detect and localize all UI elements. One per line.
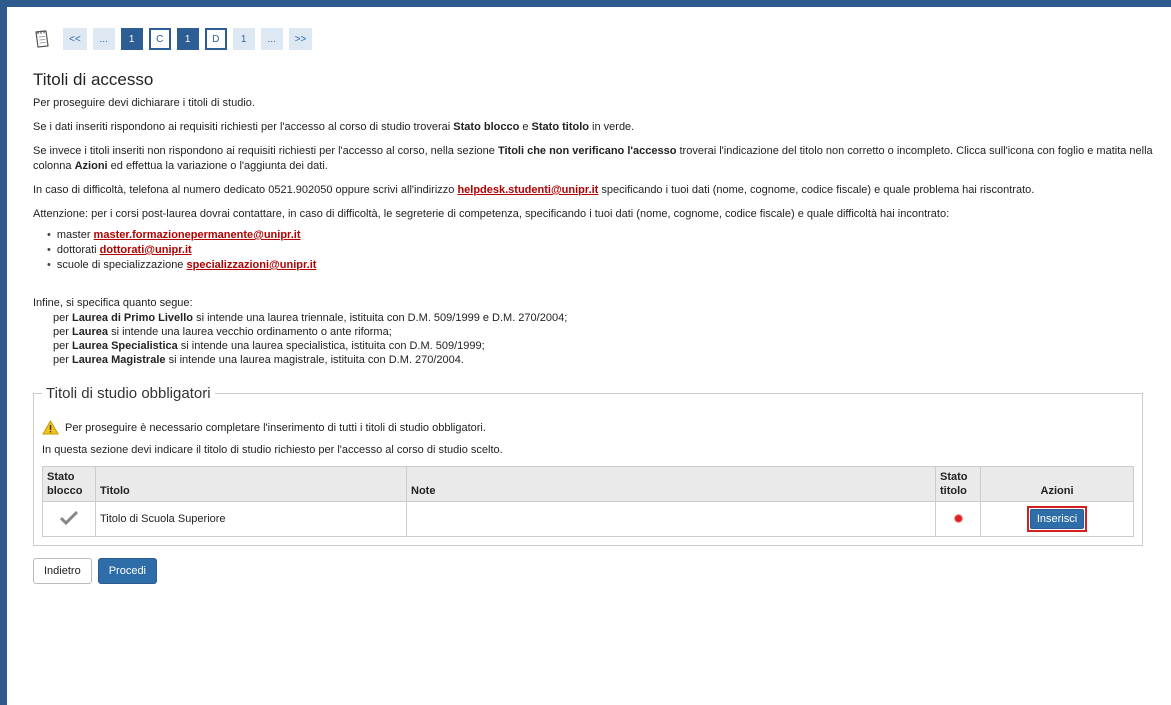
specializzazioni-email-link[interactable]: specializzazioni@unipr.it (187, 259, 317, 271)
master-email-link[interactable]: master.formazionepermanente@unipr.it (94, 229, 301, 241)
col-azioni: Azioni (980, 466, 1134, 502)
definition-specialistica: per Laurea Specialistica si intende una … (53, 340, 485, 352)
col-note: Note (406, 466, 936, 502)
step-navigation: << ... 1 C 1 D 1 ... >> (33, 26, 1153, 52)
warning-icon (42, 420, 59, 435)
mandatory-titles-section: Titoli di studio obbligatori Per prosegu… (33, 385, 1143, 546)
section-info-text: In questa sezione devi indicare il titol… (42, 444, 503, 456)
checkmark-icon (59, 510, 79, 525)
contacts-list: master master.formazionepermanente@unipr… (33, 228, 1153, 273)
definition-laurea: per Laurea si intende una laurea vecchio… (53, 326, 392, 338)
stato-blocco-cell (42, 501, 96, 537)
table-header-row: Stato blocco Titolo Note Stato titolo Azio… (42, 466, 1134, 502)
step-1-current[interactable]: 1 (176, 28, 199, 50)
step-last[interactable]: >> (288, 28, 313, 50)
step-ellipsis-left[interactable]: ... (92, 28, 115, 50)
helpdesk-text: In caso di difficoltà, telefona al numer… (33, 184, 1035, 196)
contact-specializzazioni: scuole di specializzazione specializzazi… (47, 258, 1153, 273)
titles-table: Stato blocco Titolo Note Stato titolo Azio… (42, 466, 1134, 537)
proceed-button[interactable]: Procedi (97, 558, 157, 584)
postgrad-attention-text: Attenzione: per i corsi post-laurea dovr… (33, 208, 950, 220)
col-stato-titolo: Stato titolo (935, 466, 981, 502)
invalid-titles-explanation: Se invece i titoli inseriti non rispondo… (33, 145, 1153, 172)
contact-master: master master.formazionepermanente@unipr… (47, 228, 1153, 243)
step-1-active[interactable]: 1 (120, 28, 143, 50)
titolo-cell: Titolo di Scuola Superiore (95, 501, 407, 537)
intro-text: Per proseguire devi dichiarare i titoli … (33, 97, 255, 109)
main-content: << ... 1 C 1 D 1 ... >> Titoli di access… (33, 26, 1153, 584)
inserisci-button[interactable]: Inserisci (1029, 509, 1085, 529)
back-button[interactable]: Indietro (33, 558, 92, 584)
step-d[interactable]: D (204, 28, 227, 50)
warning-text: Per proseguire è necessario completare l… (65, 421, 486, 434)
warning-message: Per proseguire è necessario completare l… (42, 420, 1134, 435)
section-legend: Titoli di studio obbligatori (46, 385, 211, 402)
definitions-intro: Infine, si specifica quanto segue: (33, 297, 193, 309)
col-stato-blocco: Stato blocco (42, 466, 96, 502)
stato-titolo-cell (935, 501, 981, 537)
window-frame-top (0, 0, 1171, 7)
col-titolo: Titolo (95, 466, 407, 502)
page-title: Titoli di accesso (33, 70, 154, 89)
navigation-buttons: Indietro Procedi (33, 558, 1153, 584)
definition-magistrale: per Laurea Magistrale si intende una lau… (53, 354, 464, 366)
step-first[interactable]: << (63, 28, 87, 50)
highlight-box: Inserisci (1026, 506, 1088, 532)
step-ellipsis-right[interactable]: ... (260, 28, 283, 50)
note-cell (406, 501, 936, 537)
contact-dottorati: dottorati dottorati@unipr.it (47, 243, 1153, 258)
azioni-cell: Inserisci (980, 501, 1134, 537)
dottorati-email-link[interactable]: dottorati@unipr.it (100, 244, 192, 256)
helpdesk-email-link[interactable]: helpdesk.studenti@unipr.it (457, 184, 598, 196)
definition-primo-livello: per Laurea di Primo Livello si intende u… (53, 312, 568, 324)
notepad-icon[interactable] (33, 29, 51, 49)
status-explanation: Se i dati inseriti rispondono ai requisi… (33, 121, 635, 133)
window-frame-left (0, 0, 7, 705)
table-row: Titolo di Scuola Superiore Inserisci (42, 501, 1134, 537)
step-c[interactable]: C (148, 28, 171, 50)
step-1-next[interactable]: 1 (232, 28, 255, 50)
status-error-icon (954, 515, 962, 522)
